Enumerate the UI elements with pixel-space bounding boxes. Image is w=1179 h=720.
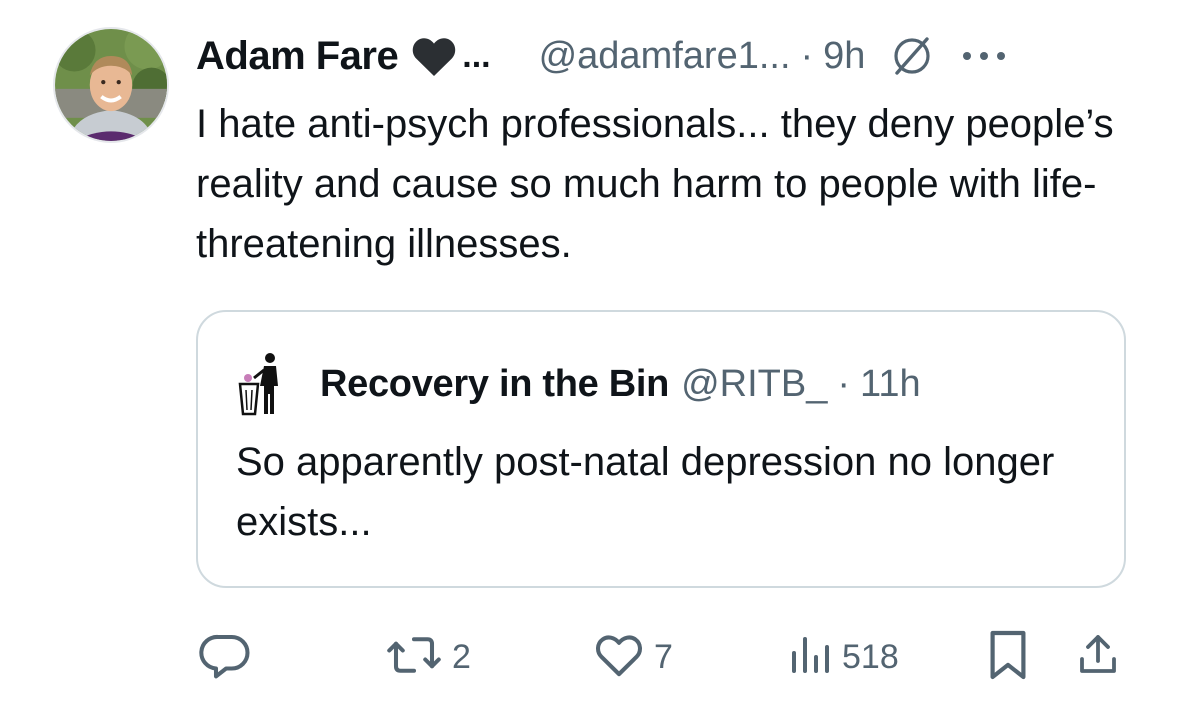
black-heart-icon bbox=[410, 34, 458, 78]
circle-slash-icon bbox=[889, 33, 935, 79]
quoted-tweet-header: Recovery in the Bin @RITB_ · 11h bbox=[234, 352, 921, 416]
separator-dot: · bbox=[837, 362, 851, 405]
repost-icon bbox=[384, 628, 444, 687]
quoted-author-name[interactable]: Recovery in the Bin bbox=[320, 363, 669, 406]
repost-button[interactable]: 2 bbox=[384, 625, 471, 689]
quoted-author-handle[interactable]: @RITB_ bbox=[681, 363, 827, 406]
views-count: 518 bbox=[842, 637, 899, 676]
share-icon bbox=[1074, 628, 1122, 687]
reply-button[interactable] bbox=[198, 625, 260, 689]
reply-icon bbox=[198, 628, 252, 687]
quoted-tweet-time[interactable]: 11h bbox=[860, 363, 921, 406]
author-name[interactable]: Adam Fare bbox=[196, 34, 399, 79]
quoted-tweet-text: So apparently post-natal depression no l… bbox=[236, 440, 1055, 544]
author-handle[interactable]: @adamfare1... bbox=[539, 35, 791, 78]
views-icon bbox=[786, 628, 834, 687]
action-bar: 2 7 518 bbox=[196, 625, 1136, 689]
like-button[interactable]: 7 bbox=[592, 625, 673, 689]
tweet-text: I hate anti-psych professionals... they … bbox=[196, 102, 1114, 266]
views-button[interactable]: 518 bbox=[786, 625, 899, 689]
name-truncation: ... bbox=[462, 36, 491, 75]
avatar-image bbox=[55, 29, 167, 141]
quoted-tweet[interactable]: Recovery in the Bin @RITB_ · 11h So appa… bbox=[196, 310, 1126, 588]
tweet-header: Adam Fare ... @adamfare1... · 9h bbox=[196, 28, 1136, 84]
bookmark-icon bbox=[986, 628, 1030, 687]
share-button[interactable] bbox=[1074, 625, 1122, 689]
quoted-author-avatar[interactable] bbox=[234, 352, 292, 416]
separator-dot: · bbox=[800, 34, 814, 77]
tweet-time[interactable]: 9h bbox=[823, 35, 865, 78]
heart-icon bbox=[592, 628, 646, 687]
author-avatar[interactable] bbox=[53, 27, 169, 143]
like-count: 7 bbox=[654, 637, 673, 676]
bookmark-button[interactable] bbox=[986, 625, 1030, 689]
repost-count: 2 bbox=[452, 637, 471, 676]
more-icon[interactable] bbox=[961, 48, 1007, 64]
